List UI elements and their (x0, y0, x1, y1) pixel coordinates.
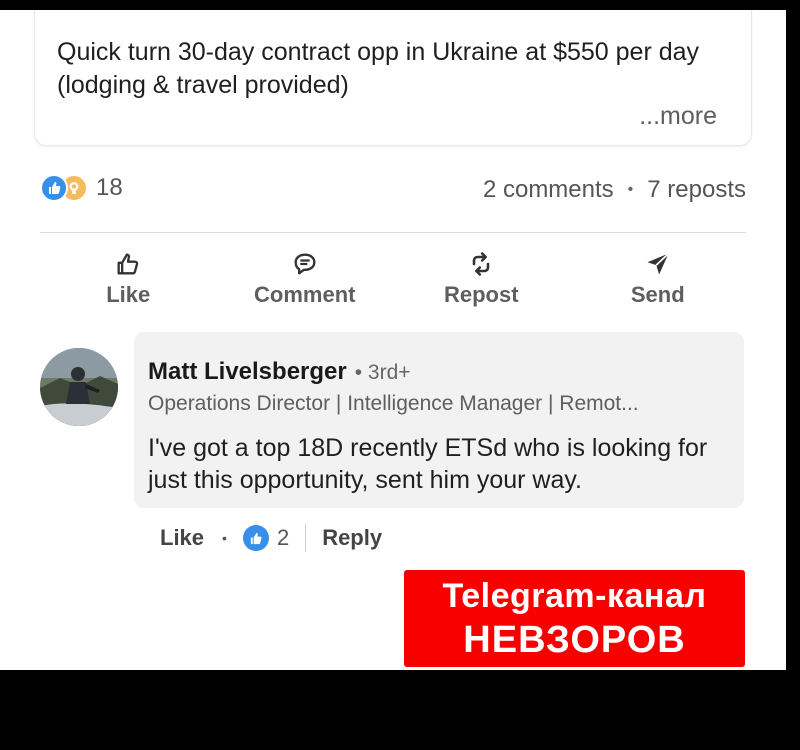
like-reaction-icon[interactable] (242, 525, 269, 551)
separator-dot: • (222, 530, 227, 546)
reactions-summary[interactable]: 18 (40, 174, 123, 202)
like-button[interactable]: Like (40, 246, 217, 316)
repost-icon (472, 252, 490, 276)
comments-reposts: 2 comments • 7 reposts (483, 174, 746, 206)
comment-author: Matt Livelsberger • 3rd+ (148, 358, 411, 386)
social-counts: 18 2 comments • 7 reposts (40, 174, 746, 210)
avatar[interactable] (40, 348, 118, 426)
post-text: Quick turn 30-day contract opp in Ukrain… (57, 36, 729, 102)
send-button[interactable]: Send (570, 246, 747, 316)
reposts-count-link[interactable]: 7 reposts (647, 176, 746, 204)
post-card: Quick turn 30-day contract opp in Ukrain… (34, 10, 752, 146)
comment-button[interactable]: Comment (217, 246, 394, 316)
linkedin-post-screen: Quick turn 30-day contract opp in Ukrain… (0, 10, 786, 670)
comment-actions: Like • 2 Reply (160, 520, 382, 556)
comment-bubble: Matt Livelsberger • 3rd+ Operations Dire… (134, 332, 744, 508)
comment-reaction-count: 2 (276, 525, 290, 550)
comment-label: Comment (254, 282, 356, 307)
divider (40, 232, 746, 233)
reply-button[interactable]: Reply (322, 525, 382, 551)
comments-count-link[interactable]: 2 comments (483, 176, 614, 204)
author-name[interactable]: Matt Livelsberger (148, 358, 347, 386)
see-more-link[interactable]: ...more (639, 102, 717, 131)
watermark-line-2: НЕВЗОРОВ (463, 619, 686, 661)
repost-label: Repost (443, 282, 519, 307)
comment-text: I've got a top 18D recently ETSd who is … (148, 434, 708, 494)
divider (305, 524, 307, 552)
like-icon (40, 174, 68, 202)
like-label: Like (106, 282, 151, 307)
separator-dot: • (627, 181, 634, 198)
repost-button[interactable]: Repost (393, 246, 570, 316)
send-icon (647, 252, 669, 275)
connection-degree: • 3rd+ (354, 361, 411, 384)
send-label: Send (630, 282, 685, 307)
author-headline: Operations Director | Intelligence Manag… (148, 392, 639, 415)
comment-icon (294, 253, 316, 275)
watermark-line-1: Telegram-канал (442, 577, 707, 615)
comment-like-button[interactable]: Like (160, 525, 204, 551)
telegram-watermark: Telegram-канал НЕВЗОРОВ (404, 570, 745, 667)
post-body: Quick turn 30-day contract opp in Ukrain… (57, 38, 700, 99)
action-bar: Like Comment Repost Send (40, 246, 746, 316)
reaction-count: 18 (96, 174, 123, 201)
thumbs-up-icon (117, 253, 139, 275)
